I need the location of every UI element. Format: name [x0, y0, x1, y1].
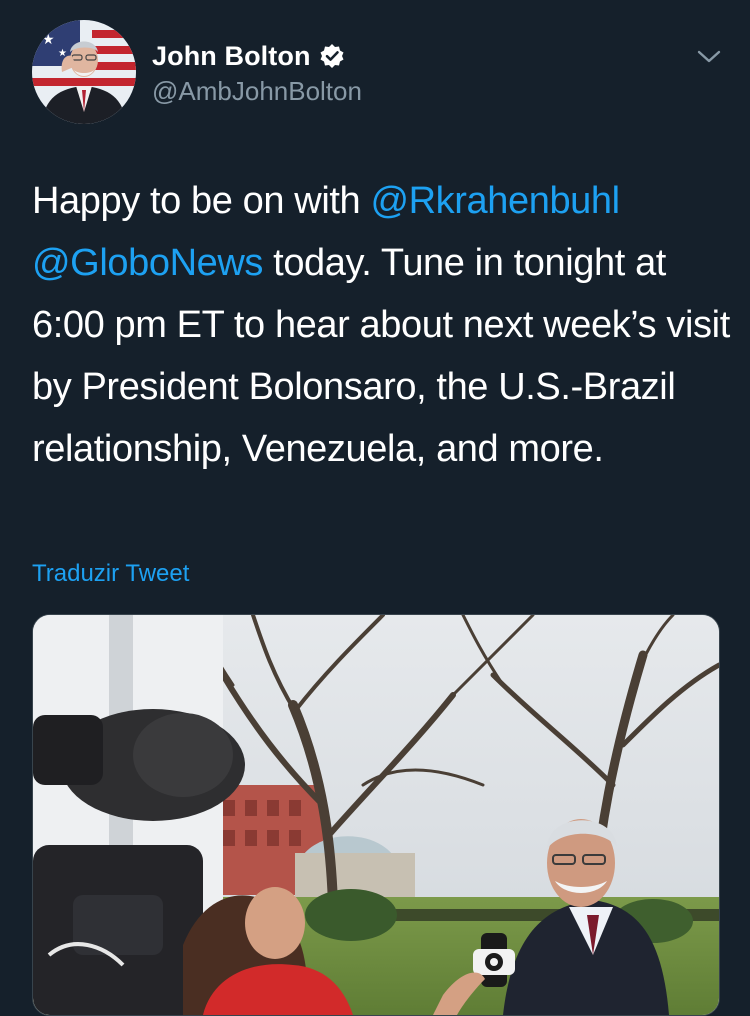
- mention-link[interactable]: @GloboNews: [32, 242, 263, 284]
- chevron-down-icon[interactable]: [696, 46, 722, 68]
- photo-image: [33, 615, 719, 1015]
- author-handle[interactable]: @AmbJohnBolton: [152, 76, 362, 107]
- translate-tweet-link[interactable]: Traduzir Tweet: [32, 560, 189, 588]
- mention-link[interactable]: @Rkrahenbuhl: [370, 180, 620, 222]
- avatar[interactable]: ★ ★: [32, 20, 136, 124]
- author-names: John Bolton @AmbJohnBolton: [152, 38, 362, 107]
- avatar-image: ★ ★: [32, 20, 136, 124]
- verified-badge-icon: [319, 43, 345, 69]
- tweet-header: ★ ★ John Bolton @AmbJohnBolton: [32, 20, 722, 130]
- display-name-row: John Bolton: [152, 38, 362, 74]
- display-name[interactable]: John Bolton: [152, 41, 311, 72]
- svg-text:★: ★: [42, 32, 55, 48]
- tweet-text-segment: Happy to be on with: [32, 180, 371, 222]
- tweet-photo[interactable]: [32, 614, 720, 1016]
- tweet-text: Happy to be on with @Rkrahenbuhl @GloboN…: [32, 170, 732, 480]
